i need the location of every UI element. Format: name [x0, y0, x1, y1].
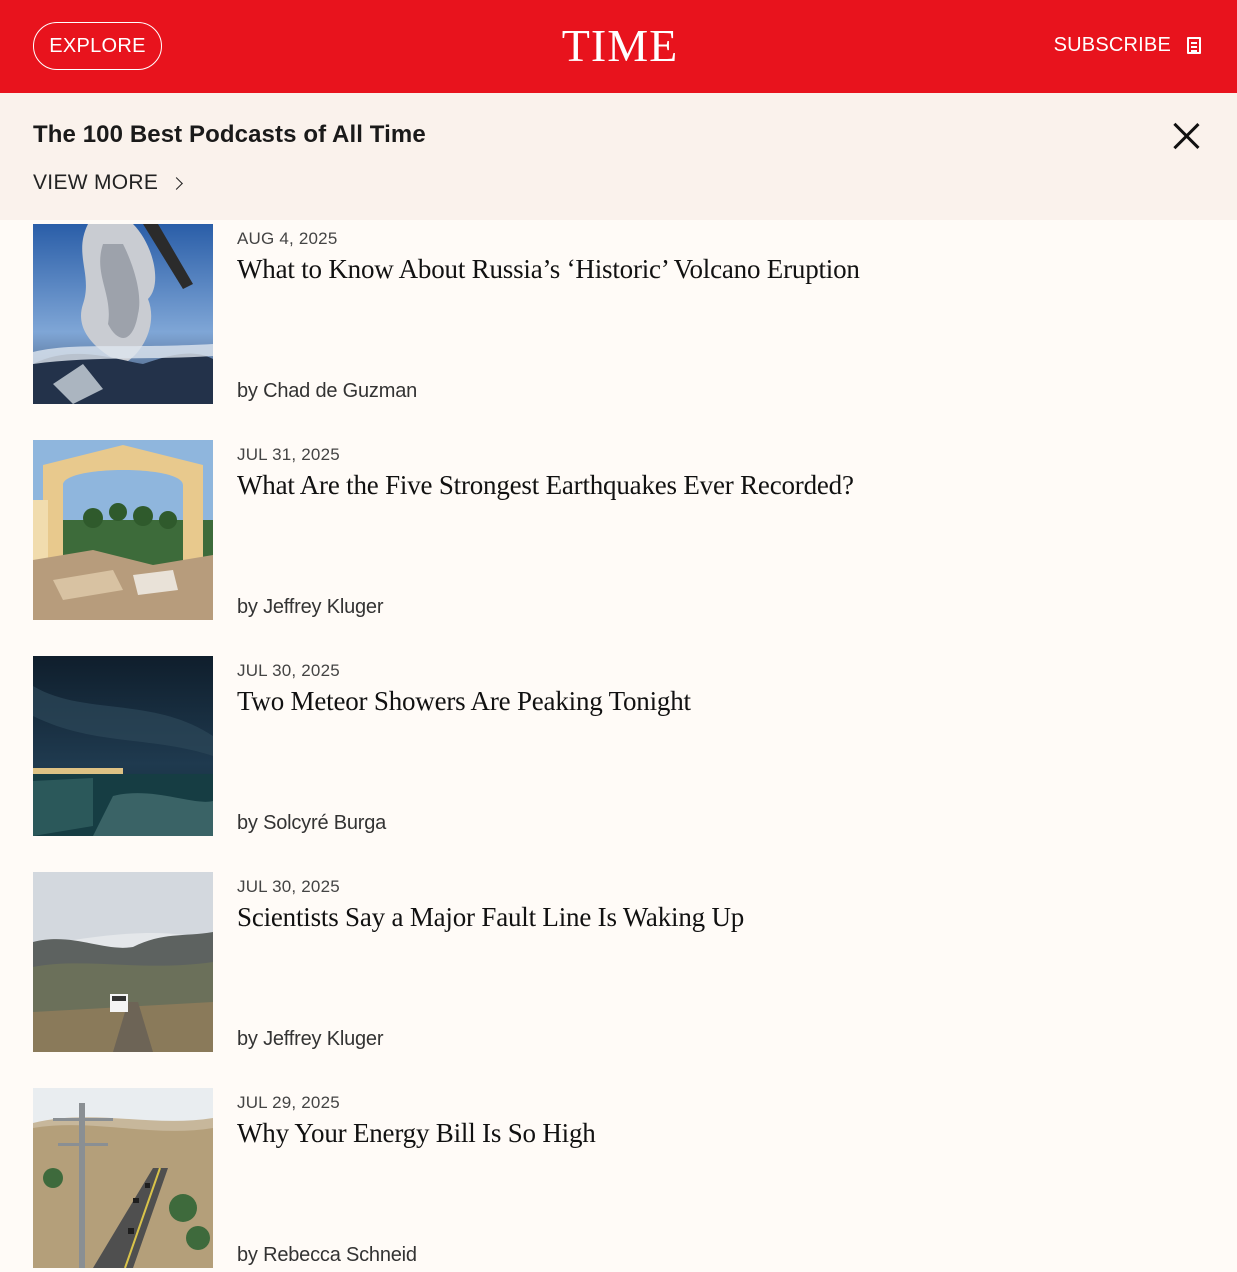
article-byline[interactable]: by Jeffrey Kluger — [237, 1028, 384, 1051]
article-headline[interactable]: What to Know About Russia’s ‘Historic’ V… — [237, 254, 860, 285]
view-more-link[interactable]: VIEW MORE — [33, 171, 184, 195]
article-byline[interactable]: by Rebecca Schneid — [237, 1244, 417, 1267]
article-headline[interactable]: Why Your Energy Bill Is So High — [237, 1118, 596, 1149]
site-header: EXPLORE TIME SUBSCRIBE — [0, 0, 1237, 93]
article-card[interactable]: JUL 30, 2025 Scientists Say a Major Faul… — [33, 872, 1203, 1052]
article-card[interactable]: JUL 31, 2025 What Are the Five Strongest… — [33, 440, 1203, 620]
article-thumbnail-volcano[interactable] — [33, 224, 213, 404]
article-headline[interactable]: Two Meteor Showers Are Peaking Tonight — [237, 686, 691, 717]
article-byline[interactable]: by Jeffrey Kluger — [237, 596, 384, 619]
article-thumbnail-meteor[interactable] — [33, 656, 213, 836]
article-headline[interactable]: Scientists Say a Major Fault Line Is Wak… — [237, 902, 744, 933]
article-thumbnail-energy[interactable] — [33, 1088, 213, 1268]
article-byline[interactable]: by Chad de Guzman — [237, 380, 417, 403]
article-card[interactable]: JUL 30, 2025 Two Meteor Showers Are Peak… — [33, 656, 1203, 836]
close-banner-button[interactable] — [1173, 122, 1201, 150]
chevron-right-icon — [170, 176, 184, 190]
view-more-label: VIEW MORE — [33, 171, 159, 194]
article-date: AUG 4, 2025 — [237, 229, 338, 248]
article-headline[interactable]: What Are the Five Strongest Earthquakes … — [237, 470, 854, 501]
subscribe-button[interactable]: SUBSCRIBE — [1054, 30, 1201, 60]
article-byline[interactable]: by Solcyré Burga — [237, 812, 386, 835]
promo-banner: The 100 Best Podcasts of All Time VIEW M… — [0, 93, 1237, 220]
magazine-icon — [1187, 36, 1201, 54]
article-date: JUL 30, 2025 — [237, 661, 340, 680]
article-date: JUL 30, 2025 — [237, 877, 340, 896]
time-logo[interactable]: TIME — [540, 18, 700, 74]
article-date: JUL 31, 2025 — [237, 445, 340, 464]
article-thumbnail-fault-line[interactable] — [33, 872, 213, 1052]
article-card[interactable]: AUG 4, 2025 What to Know About Russia’s … — [33, 224, 1203, 404]
subscribe-label: SUBSCRIBE — [1053, 33, 1171, 56]
explore-button[interactable]: EXPLORE — [33, 22, 162, 70]
article-date: JUL 29, 2025 — [237, 1093, 340, 1112]
article-card[interactable]: JUL 29, 2025 Why Your Energy Bill Is So … — [33, 1088, 1203, 1268]
banner-title[interactable]: The 100 Best Podcasts of All Time — [33, 121, 426, 149]
article-thumbnail-earthquake[interactable] — [33, 440, 213, 620]
